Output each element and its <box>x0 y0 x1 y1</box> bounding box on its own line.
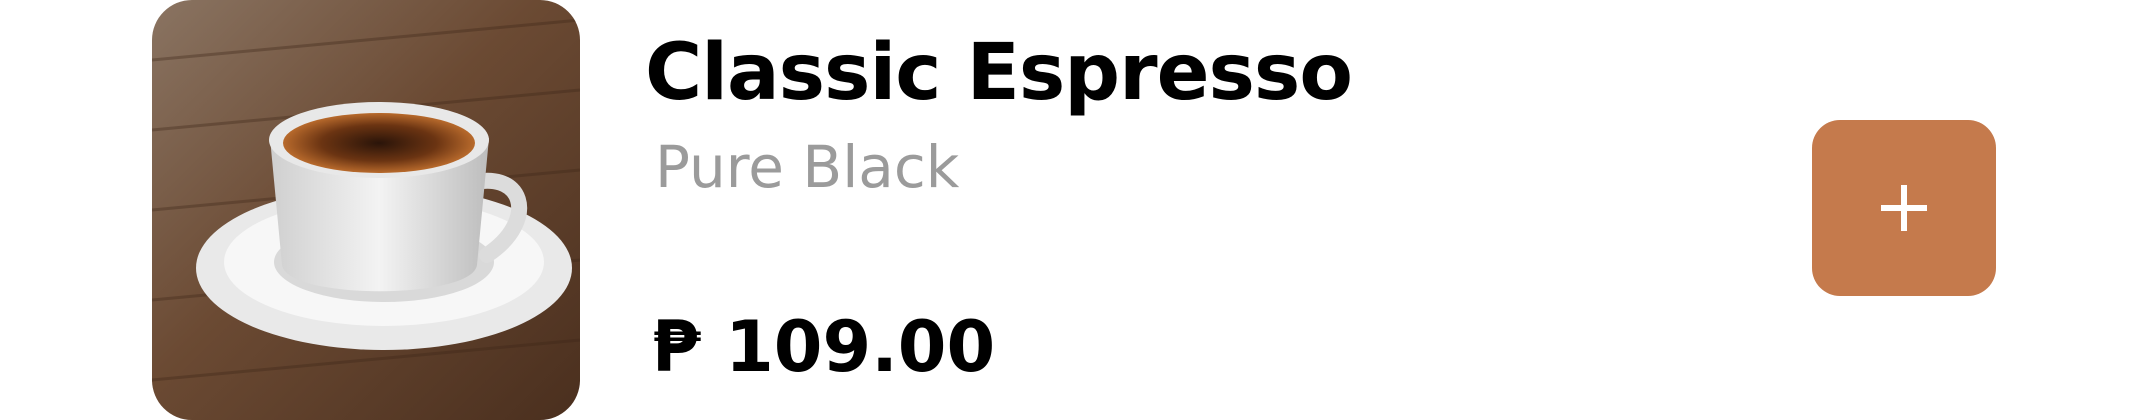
add-to-cart-button[interactable] <box>1812 120 1996 296</box>
product-title: Classic Espresso <box>645 28 1353 118</box>
product-price: ₱ 109.00 <box>652 306 996 388</box>
product-card[interactable]: Classic Espresso Pure Black ₱ 109.00 <box>0 0 2132 420</box>
product-subtitle: Pure Black <box>655 133 960 201</box>
espresso-cup-photo <box>152 0 580 420</box>
plus-icon <box>1881 185 1927 231</box>
product-image <box>152 0 580 420</box>
